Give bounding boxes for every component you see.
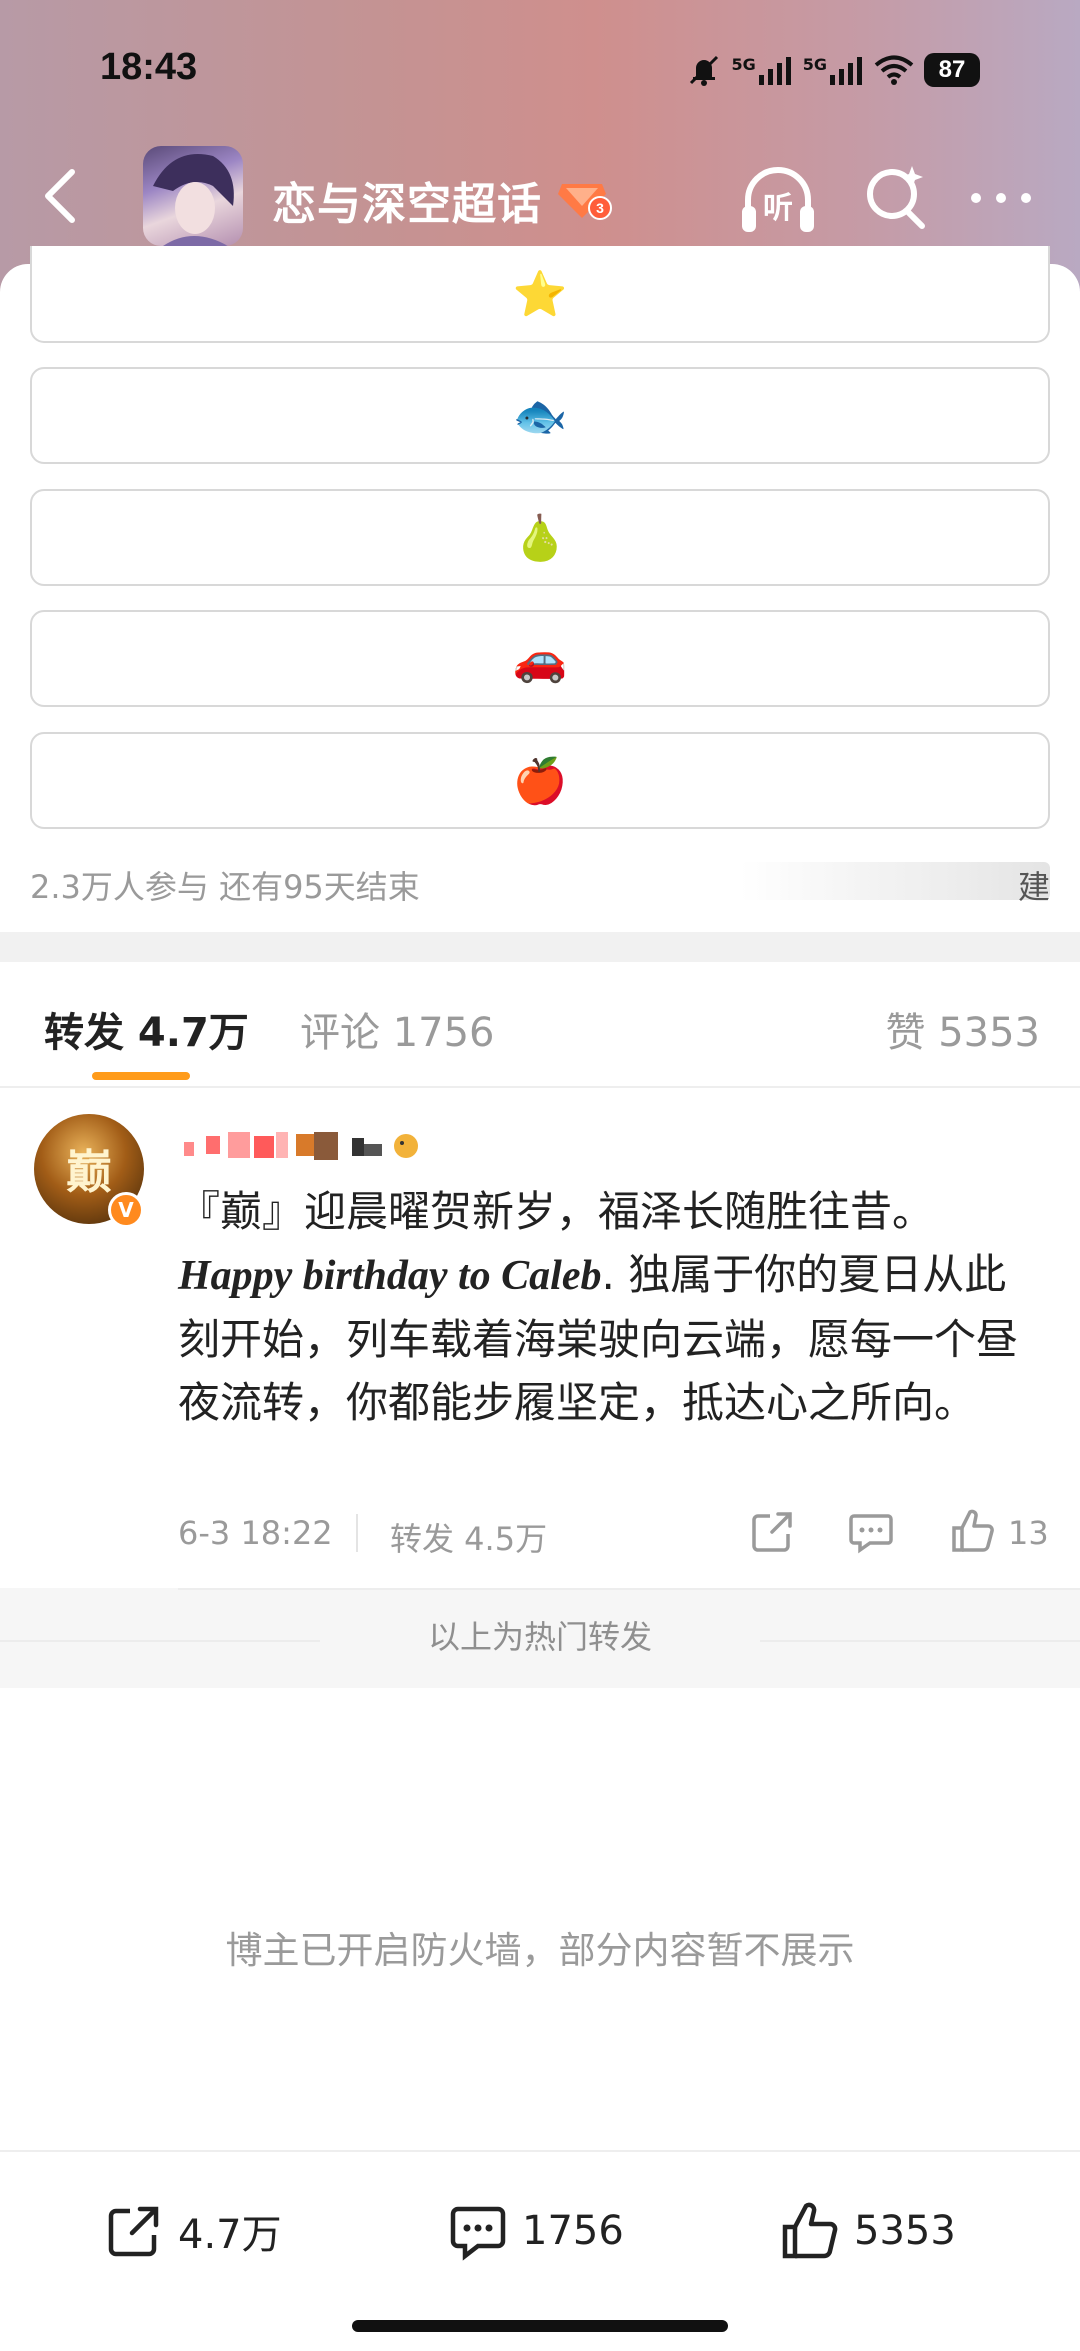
share-icon bbox=[108, 2206, 159, 2257]
tab-comment[interactable]: 评论 1756 bbox=[300, 1000, 495, 1058]
wifi-icon bbox=[874, 55, 914, 85]
battery-indicator: 87 bbox=[924, 53, 980, 87]
bottom-comment-button[interactable]: 1756 bbox=[448, 2196, 624, 2266]
poll-option-1[interactable]: ⭐ bbox=[30, 246, 1050, 343]
topic-title: 恋与深空超话 bbox=[272, 179, 542, 230]
username-mosaic[interactable] bbox=[184, 1128, 494, 1162]
signal-icon-2: 5G bbox=[803, 55, 864, 85]
bottom-comment-count: 1756 bbox=[522, 2208, 624, 2254]
post-like-count: 13 bbox=[1008, 1514, 1049, 1552]
search-icon[interactable] bbox=[862, 162, 928, 232]
poll-option-3[interactable]: 🍐 bbox=[30, 489, 1050, 586]
poll-participation-meta: 2.3万人参与 还有95天结束 bbox=[30, 868, 420, 906]
bottom-share-button[interactable]: 4.7万 bbox=[104, 2196, 282, 2266]
post-separator bbox=[178, 1588, 1080, 1590]
nav-bar: 恋与深空超话 3 听 bbox=[0, 140, 1080, 250]
status-bar: 18:43 5G 5G 87 bbox=[0, 40, 1080, 100]
comment-icon[interactable] bbox=[848, 1510, 894, 1554]
bottom-action-bar: 4.7万 1756 5353 bbox=[0, 2150, 1080, 2290]
like-thumb-icon bbox=[782, 2202, 838, 2259]
interaction-tabs: 转发 4.7万 评论 1756 赞 5353 bbox=[0, 962, 1080, 1088]
share-icon[interactable] bbox=[750, 1508, 796, 1554]
meta-divider bbox=[356, 1514, 358, 1552]
signal-icon-1: 5G bbox=[731, 55, 792, 85]
listen-label: 听 bbox=[763, 191, 793, 226]
section-divider bbox=[0, 932, 1080, 962]
poll-blurred-text bbox=[740, 862, 1050, 900]
status-time: 18:43 bbox=[100, 46, 198, 88]
hot-divider-line-right bbox=[760, 1640, 1080, 1642]
topic-avatar[interactable] bbox=[143, 146, 243, 246]
badge-level: 3 bbox=[596, 200, 604, 216]
like-thumb-icon[interactable] bbox=[950, 1508, 996, 1554]
poll-option-2[interactable]: 🐟 bbox=[30, 367, 1050, 464]
bottom-like-count: 5353 bbox=[854, 2208, 956, 2254]
mute-bell-icon bbox=[690, 55, 719, 86]
verified-badge: V bbox=[108, 1192, 144, 1228]
bottom-share-count: 4.7万 bbox=[178, 2212, 282, 2258]
poll-blurred-tail: 建 bbox=[1018, 868, 1051, 906]
status-icons: 5G 5G 87 bbox=[687, 48, 980, 92]
super-topic-badge-icon: 3 bbox=[558, 184, 612, 220]
tab-like[interactable]: 赞 5353 bbox=[885, 1000, 1040, 1058]
topic-avatar-illustration bbox=[153, 154, 234, 246]
post-time: 6-3 18:22 bbox=[178, 1514, 333, 1552]
post-english: Happy birthday to Caleb bbox=[178, 1253, 602, 1299]
tab-repost[interactable]: 转发 4.7万 bbox=[44, 1000, 249, 1058]
post-repost-count[interactable]: 转发 4.5万 bbox=[390, 1514, 547, 1560]
listen-headphones-icon[interactable]: 听 bbox=[738, 160, 818, 240]
poll-option-4[interactable]: 🚗 bbox=[30, 610, 1050, 707]
poll-option-5[interactable]: 🍎 bbox=[30, 732, 1050, 829]
more-options-icon[interactable] bbox=[968, 190, 1034, 206]
hot-reposts-label: 以上为热门转发 bbox=[427, 1618, 652, 1656]
post-line-1: 『巅』迎晨曜贺新岁，福泽长随胜往昔。 bbox=[178, 1187, 935, 1236]
bottom-like-button[interactable]: 5353 bbox=[780, 2196, 956, 2266]
post-body: Happy birthday to Caleb. 独属于你的夏日从此刻开始，列车… bbox=[178, 1243, 1048, 1434]
home-indicator[interactable] bbox=[352, 2320, 728, 2332]
repost-item: 巅 V 『巅』迎晨曜贺新岁，福泽长随胜往昔。 Happy birthday to… bbox=[0, 1088, 1080, 1588]
post-meta: 6-3 18:22 转发 4.5万 13 bbox=[178, 1508, 1049, 1560]
active-tab-indicator bbox=[92, 1072, 190, 1080]
firewall-notice: 博主已开启防火墙，部分内容暂不展示 bbox=[225, 1929, 855, 1972]
hot-reposts-divider: 以上为热门转发 bbox=[0, 1588, 1080, 1688]
network-label-2: 5G bbox=[802, 55, 827, 74]
back-arrow-icon[interactable] bbox=[36, 164, 92, 228]
post-content: 『巅』迎晨曜贺新岁，福泽长随胜往昔。 Happy birthday to Cal… bbox=[178, 1180, 1048, 1434]
comment-icon bbox=[450, 2206, 506, 2261]
network-label-1: 5G bbox=[731, 55, 756, 74]
